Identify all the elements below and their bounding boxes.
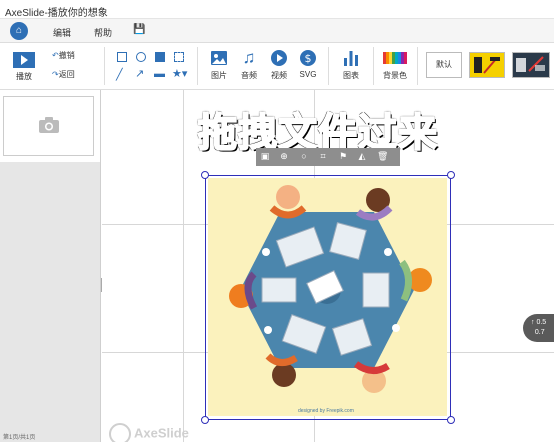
zoom-in-icon[interactable]: ⊕ [279,151,289,161]
trash-icon[interactable]: 🗑 [377,151,388,161]
menu-edit[interactable]: 编辑 [53,26,71,39]
toolbar-divider [104,47,105,85]
redo-icon: ↷ [52,70,59,79]
play-icon [13,52,35,68]
theme-default-label: 默认 [436,60,452,69]
selected-image-frame[interactable]: designed by Freepik.com [201,171,455,424]
resize-handle-top-right[interactable] [447,171,455,179]
flag-icon[interactable]: ⚑ [338,151,348,161]
camera-icon [39,117,59,133]
insert-chart-button[interactable]: 图表 [338,49,364,81]
circle-mask-icon[interactable]: ○ [299,151,309,161]
undo-label: 撤销 [58,51,75,60]
rectangle-outline-icon[interactable] [117,52,127,62]
app-logo-icon[interactable]: ⌂ [10,22,28,40]
rectangle-filled-icon[interactable] [155,52,165,62]
theme-default[interactable]: 默认 [426,52,462,78]
zoom-line-1: ↑ 0.5 [531,319,547,326]
crop-icon[interactable]: ⌗ [318,151,328,161]
slide-thumbnail-area [0,90,100,162]
speech-bubble-icon[interactable]: ▬ [154,69,165,80]
video-label: 视频 [271,71,287,80]
title-bar: AxeSlide-播放你的想象 [0,0,554,19]
guide-line [183,90,184,442]
background-color-button[interactable]: 背景色 [380,49,410,81]
opacity-icon[interactable]: ◭ [357,151,367,161]
image-label: 图片 [211,71,227,80]
meeting-illustration: designed by Freepik.com [208,178,447,416]
redo-label: 返回 [58,70,75,79]
star-icon[interactable]: ★▾ [172,69,187,80]
theme-yellow[interactable] [469,52,505,78]
watermark-icon [109,423,131,442]
watermark-text: AxeSlide [134,425,189,441]
save-icon[interactable]: 💾 [133,24,145,35]
menu-help[interactable]: 帮助 [94,26,112,39]
chart-label: 图表 [343,71,359,80]
line-icon[interactable]: ╱ [116,70,123,81]
music-note-icon: ♫ [242,48,256,67]
slide-canvas[interactable]: 拖拽文件过来 ▣ ⊕ ○ ⌗ ⚑ ◭ 🗑 designed by Freepik… [102,90,554,442]
insert-svg-button[interactable]: $ SVG [295,49,321,79]
theme-dark[interactable] [512,52,550,78]
toolbar: 播放 ↶撤销 ↷返回 ╱ ↗ ▬ ★▾ 图片 ♫ 音频 视频 $ SVG 图表 … [0,43,554,90]
insert-audio-button[interactable]: ♫ 音频 [236,49,262,81]
circle-outline-icon[interactable] [136,52,146,62]
background-label: 背景色 [383,71,407,80]
watermark-logo: AxeSlide [109,423,189,442]
slide-list-panel: 第1页/共1页 [0,90,101,442]
resize-handle-bottom-left[interactable] [201,416,209,424]
zoom-indicator[interactable]: ↑ 0.5 0.7 [523,314,554,342]
dashed-rectangle-icon[interactable] [174,52,184,62]
audio-label: 音频 [241,71,257,80]
slide-thumbnail[interactable] [3,96,94,156]
arrow-icon[interactable]: ↗ [135,69,144,80]
crop-frame-icon[interactable]: ▣ [260,151,270,161]
play-button[interactable]: 播放 [11,52,37,82]
color-palette-icon [383,49,407,67]
insert-image-button[interactable]: 图片 [206,49,232,81]
menu-bar: ⌂ 编辑 帮助 💾 [0,19,554,43]
svg-dollar-icon: $ [299,49,317,67]
undo-button[interactable]: ↶撤销 [52,50,75,61]
insert-video-button[interactable]: 视频 [266,49,292,81]
toolbar-divider [328,47,329,85]
svg-label: SVG [299,70,317,79]
play-label: 播放 [16,72,32,81]
resize-handle-top-left[interactable] [201,171,209,179]
undo-icon: ↶ [52,51,59,60]
svg-text:$: $ [305,52,312,65]
window-title: AxeSlide-播放你的想象 [5,8,108,19]
resize-handle-bottom-right[interactable] [447,416,455,424]
image-icon [210,49,228,67]
bar-chart-icon [342,49,360,67]
zoom-line-2: 0.7 [534,329,545,336]
image-credit: designed by Freepik.com [298,408,354,414]
toolbar-divider [197,47,198,85]
image-context-toolbar: ▣ ⊕ ○ ⌗ ⚑ ◭ 🗑 [256,148,400,166]
page-status: 第1页/共1页 [3,435,36,441]
redo-button[interactable]: ↷返回 [52,69,75,80]
video-play-icon [270,49,288,67]
toolbar-divider [373,47,374,85]
toolbar-divider [417,47,418,85]
